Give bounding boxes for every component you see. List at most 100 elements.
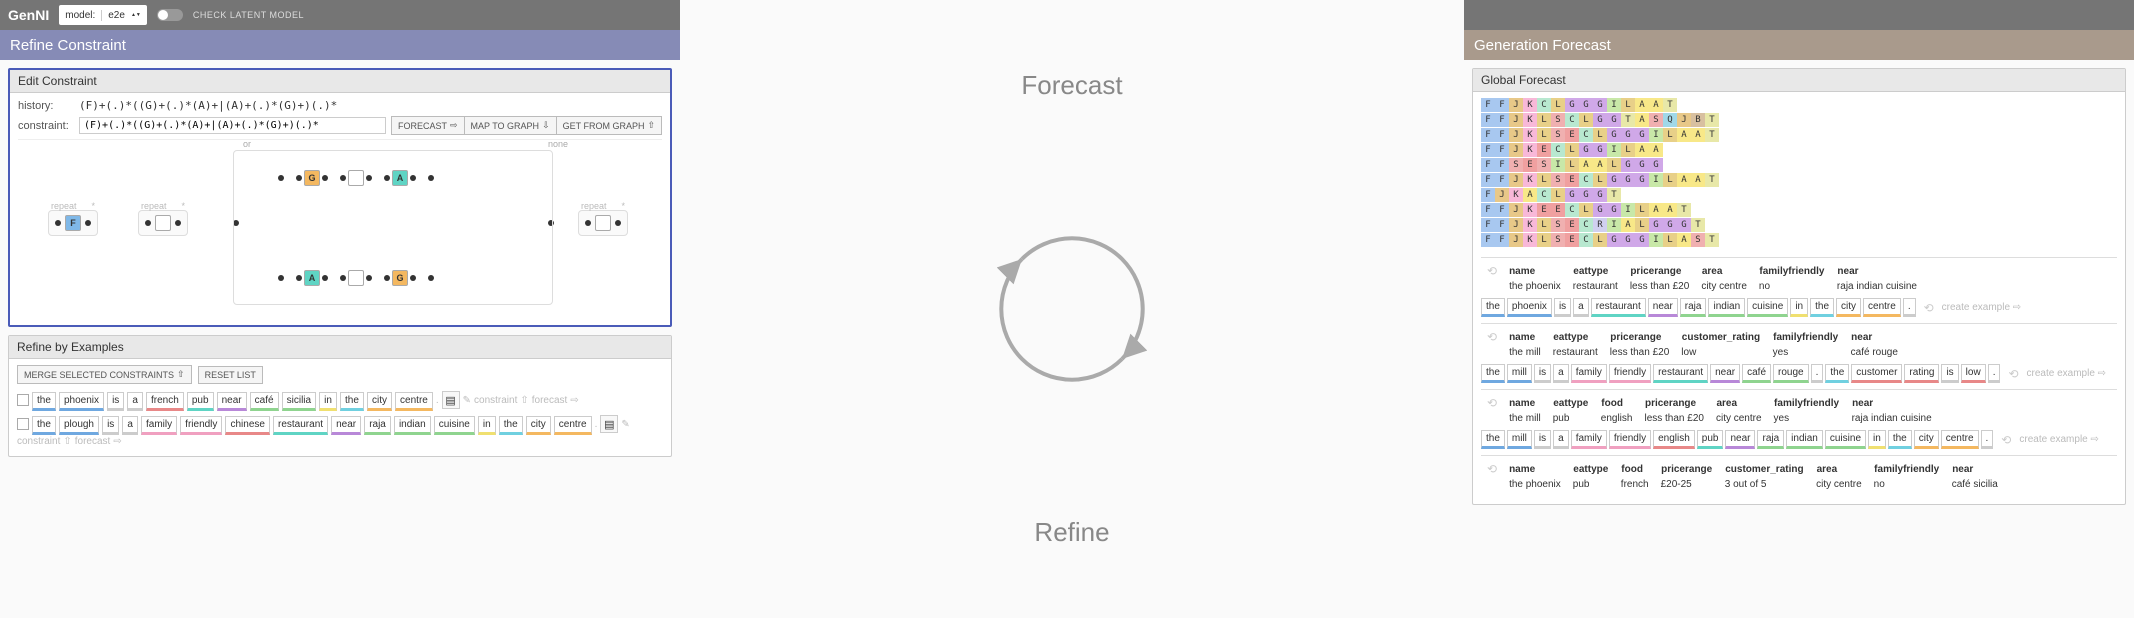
token[interactable]: family	[1571, 430, 1607, 449]
token[interactable]: the	[32, 392, 56, 411]
token[interactable]: rating	[1904, 364, 1939, 383]
token[interactable]: plough	[59, 416, 99, 435]
token[interactable]: the	[340, 392, 364, 411]
token[interactable]: raja	[1680, 298, 1707, 317]
token[interactable]: friendly	[180, 416, 222, 435]
node-f[interactable]: F	[65, 215, 81, 231]
token[interactable]: cuisine	[1825, 430, 1866, 449]
token[interactable]: in	[319, 392, 337, 411]
graph-icon-button[interactable]: ▤	[600, 415, 618, 433]
token[interactable]: mill	[1507, 364, 1532, 383]
token[interactable]: city	[1914, 430, 1939, 449]
token[interactable]: low	[1961, 364, 1986, 383]
token[interactable]: city	[526, 416, 551, 435]
map-to-graph-button[interactable]: MAP TO GRAPH ⇩	[464, 116, 557, 135]
token[interactable]: a	[127, 392, 143, 411]
recycle-icon[interactable]: ⟲	[2001, 433, 2011, 447]
example-checkbox[interactable]	[17, 418, 29, 430]
token[interactable]: near	[1725, 430, 1755, 449]
token[interactable]: pub	[187, 392, 214, 411]
token[interactable]: near	[1710, 364, 1740, 383]
token[interactable]: cuisine	[434, 416, 475, 435]
recycle-icon[interactable]: ⟲	[1487, 462, 1497, 476]
model-value[interactable]: e2e ▲▼	[102, 10, 147, 21]
letter-row[interactable]: FFJKECLGGILAA	[1481, 143, 2117, 157]
token[interactable]: restaurant	[1653, 364, 1708, 383]
create-example-link[interactable]: create example ⇨	[2019, 434, 2099, 445]
merge-constraints-button[interactable]: MERGE SELECTED CONSTRAINTS ⇧	[17, 365, 192, 384]
constraint-input[interactable]	[79, 117, 386, 134]
forecast-link[interactable]: forecast ⇨	[532, 395, 579, 406]
letter-row[interactable]: FFJKLSECRIALGGGT	[1481, 218, 2117, 232]
token[interactable]: the	[1888, 430, 1912, 449]
node-empty[interactable]	[155, 215, 171, 231]
token[interactable]: raja	[364, 416, 391, 435]
token[interactable]: raja	[1757, 430, 1784, 449]
token[interactable]: indian	[394, 416, 431, 435]
graph-icon-button[interactable]: ▤	[442, 391, 460, 409]
create-example-link[interactable]: create example ⇨	[2027, 368, 2107, 379]
constraint-link[interactable]: constraint ⇧	[474, 395, 529, 406]
repeat-box-empty-2[interactable]: repeat *	[578, 210, 628, 236]
letter-row[interactable]: FFJKEECLGGILAAT	[1481, 203, 2117, 217]
get-from-graph-button[interactable]: GET FROM GRAPH ⇧	[556, 116, 662, 135]
reset-list-button[interactable]: RESET LIST	[198, 366, 263, 384]
model-selector[interactable]: model: e2e ▲▼	[59, 5, 147, 25]
token[interactable]: english	[1653, 430, 1695, 449]
token[interactable]: .	[1981, 430, 1994, 449]
token[interactable]: the	[1481, 430, 1505, 449]
create-example-link[interactable]: create example ⇨	[1942, 302, 2022, 313]
token[interactable]: friendly	[1609, 364, 1651, 383]
token[interactable]: .	[1988, 364, 2001, 383]
constraint-link[interactable]: constraint ⇧	[17, 436, 72, 447]
token[interactable]: sicilia	[282, 392, 316, 411]
constraint-graph[interactable]: or none repeat * F repeat * G	[18, 139, 662, 319]
token[interactable]: in	[1790, 298, 1808, 317]
letter-row[interactable]: FFJKLSCLGGTASQJBT	[1481, 113, 2117, 127]
token[interactable]: indian	[1708, 298, 1745, 317]
token[interactable]: a	[1553, 430, 1569, 449]
token[interactable]: near	[1648, 298, 1678, 317]
token[interactable]: centre	[1863, 298, 1901, 317]
token[interactable]: is	[102, 416, 119, 435]
token[interactable]: customer	[1851, 364, 1902, 383]
token[interactable]: centre	[1941, 430, 1979, 449]
token[interactable]: is	[1534, 430, 1551, 449]
token[interactable]: .	[1811, 364, 1824, 383]
token[interactable]: the	[1481, 298, 1505, 317]
recycle-icon[interactable]: ⟲	[1924, 301, 1934, 315]
token[interactable]: french	[146, 392, 184, 411]
token[interactable]: indian	[1786, 430, 1823, 449]
token[interactable]: in	[1868, 430, 1886, 449]
token[interactable]: is	[1534, 364, 1551, 383]
recycle-icon[interactable]: ⟲	[1487, 396, 1497, 410]
letter-row[interactable]: FFSESILAALGGG	[1481, 158, 2117, 172]
token[interactable]: café	[1742, 364, 1771, 383]
token[interactable]: the	[1825, 364, 1849, 383]
token[interactable]: the	[32, 416, 56, 435]
repeat-box-empty-1[interactable]: repeat *	[138, 210, 188, 236]
letter-row[interactable]: FFJKLSECLGGGILAAT	[1481, 173, 2117, 187]
token[interactable]: family	[141, 416, 177, 435]
repeat-box-f[interactable]: repeat * F	[48, 210, 98, 236]
recycle-icon[interactable]: ⟲	[1487, 330, 1497, 344]
token[interactable]: near	[217, 392, 247, 411]
token[interactable]: is	[1554, 298, 1571, 317]
recycle-icon[interactable]: ⟲	[1487, 264, 1497, 278]
token[interactable]: the	[1810, 298, 1834, 317]
token[interactable]: centre	[395, 392, 433, 411]
letter-row[interactable]: FFJKLSECLGGGILAST	[1481, 233, 2117, 247]
example-checkbox[interactable]	[17, 394, 29, 406]
token[interactable]: is	[107, 392, 124, 411]
token[interactable]: .	[1903, 298, 1916, 317]
token[interactable]: phoenix	[1507, 298, 1552, 317]
token[interactable]: mill	[1507, 430, 1532, 449]
token[interactable]: family	[1571, 364, 1607, 383]
node-empty[interactable]	[595, 215, 611, 231]
token[interactable]: a	[1553, 364, 1569, 383]
token[interactable]: chinese	[225, 416, 269, 435]
token[interactable]: city	[1836, 298, 1861, 317]
token[interactable]: a	[122, 416, 138, 435]
forecast-link[interactable]: forecast ⇨	[75, 436, 122, 447]
token[interactable]: is	[1941, 364, 1958, 383]
